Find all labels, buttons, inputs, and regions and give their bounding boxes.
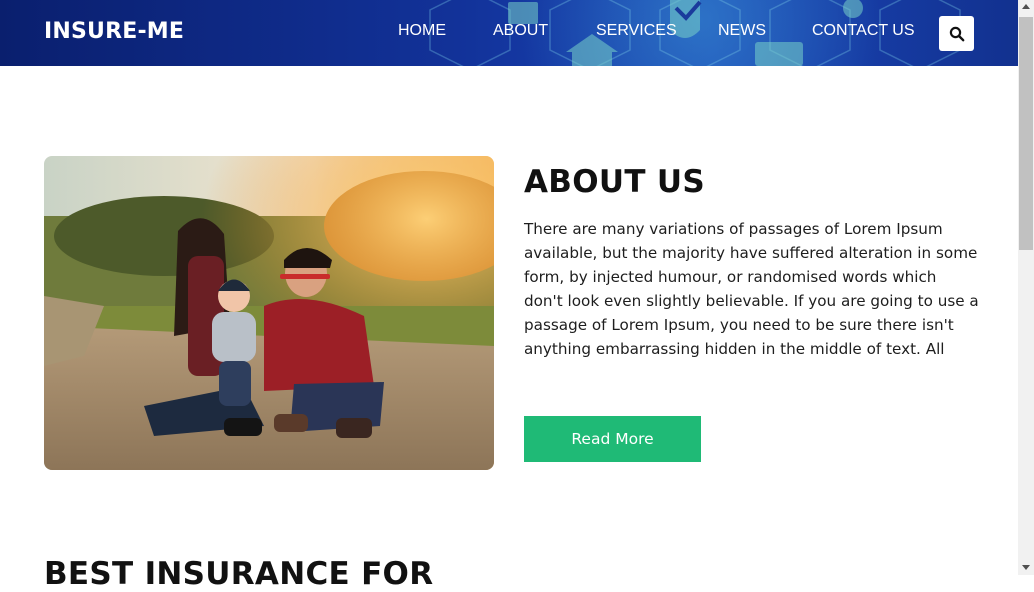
- scroll-down-arrow-icon[interactable]: [1022, 565, 1030, 570]
- read-more-button[interactable]: Read More: [524, 416, 701, 462]
- nav-news[interactable]: NEWS: [718, 22, 766, 40]
- section-title: BEST INSURANCE FOR: [44, 556, 434, 592]
- search-icon: [949, 26, 964, 41]
- nav-home[interactable]: HOME: [398, 22, 446, 40]
- page-scrollbar[interactable]: [1018, 0, 1034, 575]
- site-logo[interactable]: INSURE-ME: [44, 19, 184, 44]
- search-button[interactable]: [939, 16, 974, 51]
- about-description: There are many variations of passages of…: [524, 220, 979, 358]
- scroll-up-arrow-icon[interactable]: [1022, 4, 1030, 9]
- about-title: ABOUT US: [524, 164, 705, 200]
- nav-contact-us[interactable]: CONTACT US: [812, 22, 915, 40]
- site-header: INSURE-ME HOME ABOUT SERVICES NEWS CONTA…: [0, 0, 1018, 66]
- nav-about[interactable]: ABOUT: [493, 22, 548, 40]
- about-image: [44, 156, 494, 470]
- scroll-thumb[interactable]: [1019, 17, 1033, 250]
- family-photo: [44, 156, 494, 470]
- nav-services[interactable]: SERVICES: [596, 22, 677, 40]
